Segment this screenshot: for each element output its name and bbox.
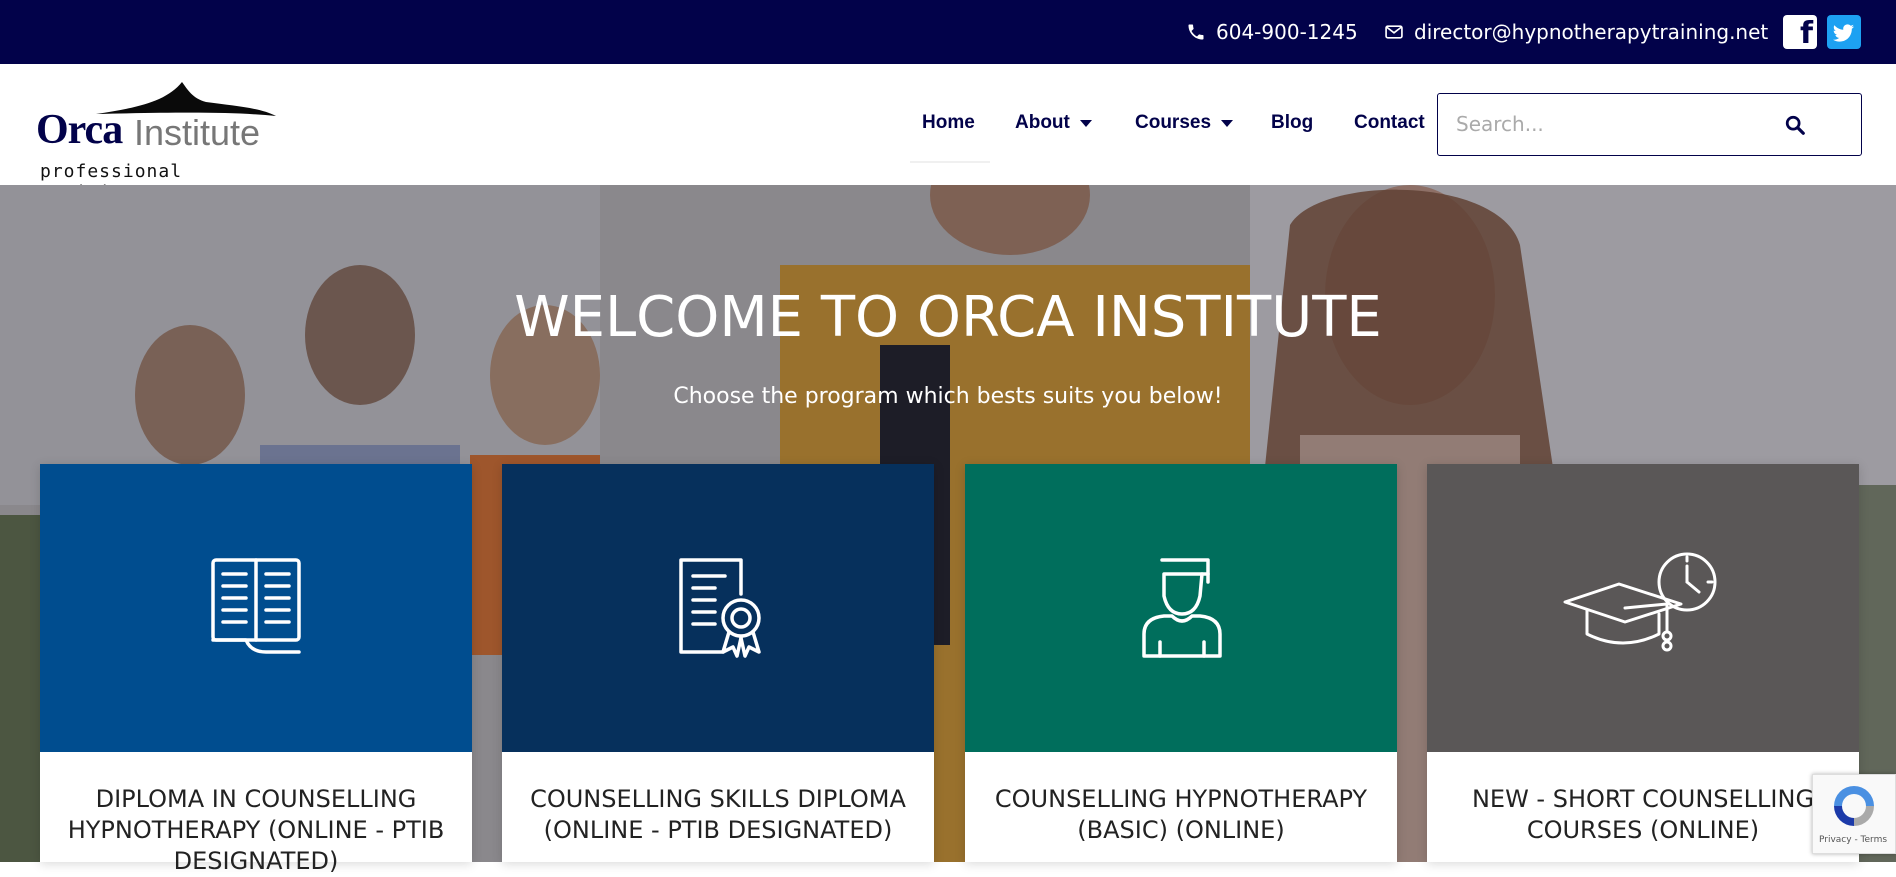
nav-about[interactable]: About: [1015, 112, 1092, 134]
orca-logo[interactable]: Orca Institute professional training: [36, 76, 288, 203]
graduate-icon-wrap: [965, 552, 1397, 662]
card-title: NEW - SHORT COUNSELLING COURSES (ONLINE): [1471, 785, 1815, 844]
course-card-short-courses[interactable]: NEW - SHORT COUNSELLING COURSES (ONLINE): [1427, 464, 1859, 862]
nav-contact-label: Contact: [1354, 112, 1425, 133]
email-address: director@hypnotherapytraining.net: [1414, 20, 1769, 44]
phone-number: 604-900-1245: [1216, 20, 1358, 44]
card-title: DIPLOMA IN COUNSELLING HYPNOTHERAPY (ONL…: [67, 785, 445, 875]
search-box: [1437, 93, 1862, 156]
nav-blog-label: Blog: [1271, 112, 1314, 133]
nav-blog[interactable]: Blog: [1271, 112, 1313, 134]
course-card-hypnotherapy-basic[interactable]: COUNSELLING HYPNOTHERAPY (BASIC) (ONLINE…: [965, 464, 1397, 862]
nav-home-label: Home: [922, 112, 975, 133]
certificate-icon-wrap: [502, 552, 934, 662]
nav-contact[interactable]: Contact: [1354, 112, 1425, 134]
graduation-cap-clock-icon: [1563, 552, 1717, 652]
card-title: COUNSELLING SKILLS DIPLOMA (ONLINE - PTI…: [530, 785, 906, 844]
search-icon[interactable]: [1784, 114, 1806, 136]
facebook-icon[interactable]: f: [1783, 15, 1817, 51]
course-card-counselling-skills[interactable]: COUNSELLING SKILLS DIPLOMA (ONLINE - PTI…: [502, 464, 934, 862]
course-card-diploma-hypnotherapy[interactable]: DIPLOMA IN COUNSELLING HYPNOTHERAPY (ONL…: [40, 464, 472, 875]
site-header: Orca Institute professional training Hom…: [0, 64, 1896, 203]
phone-icon: [1188, 24, 1204, 40]
phone-link[interactable]: 604-900-1245: [1186, 18, 1358, 46]
chevron-down-icon: [1079, 119, 1092, 127]
recaptcha-icon: [1834, 786, 1874, 826]
chevron-down-icon: [1221, 119, 1234, 127]
recaptcha-footer: Privacy - Terms: [1819, 835, 1888, 845]
email-link[interactable]: director@hypnotherapytraining.net: [1384, 18, 1768, 46]
nav-home[interactable]: Home: [922, 112, 975, 134]
logo-word-institute: Institute: [134, 112, 261, 153]
top-contact-bar: 604-900-1245 director@hypnotherapytraini…: [0, 0, 1896, 64]
nav-courses[interactable]: Courses: [1135, 112, 1234, 134]
graduate-icon: [1142, 558, 1222, 658]
twitter-icon[interactable]: [1827, 15, 1861, 49]
nav-active-indicator: [910, 161, 990, 163]
recaptcha-badge[interactable]: Privacy - Terms: [1812, 774, 1896, 854]
nav-about-label: About: [1015, 112, 1070, 133]
open-book-icon: [211, 558, 301, 654]
nav-courses-label: Courses: [1135, 112, 1212, 133]
card-title: COUNSELLING HYPNOTHERAPY (BASIC) (ONLINE…: [994, 785, 1368, 844]
graduation-cap-clock-icon-wrap: [1427, 552, 1859, 662]
hero-title: WELCOME TO ORCA INSTITUTE: [514, 285, 1382, 350]
open-book-icon-wrap: [40, 552, 472, 662]
search-input[interactable]: [1456, 94, 1786, 154]
certificate-icon: [679, 558, 761, 658]
logo-word-orca: Orca: [36, 107, 123, 153]
hero-subtitle: Choose the program which bests suits you…: [673, 384, 1223, 409]
envelope-icon: [1385, 25, 1403, 39]
